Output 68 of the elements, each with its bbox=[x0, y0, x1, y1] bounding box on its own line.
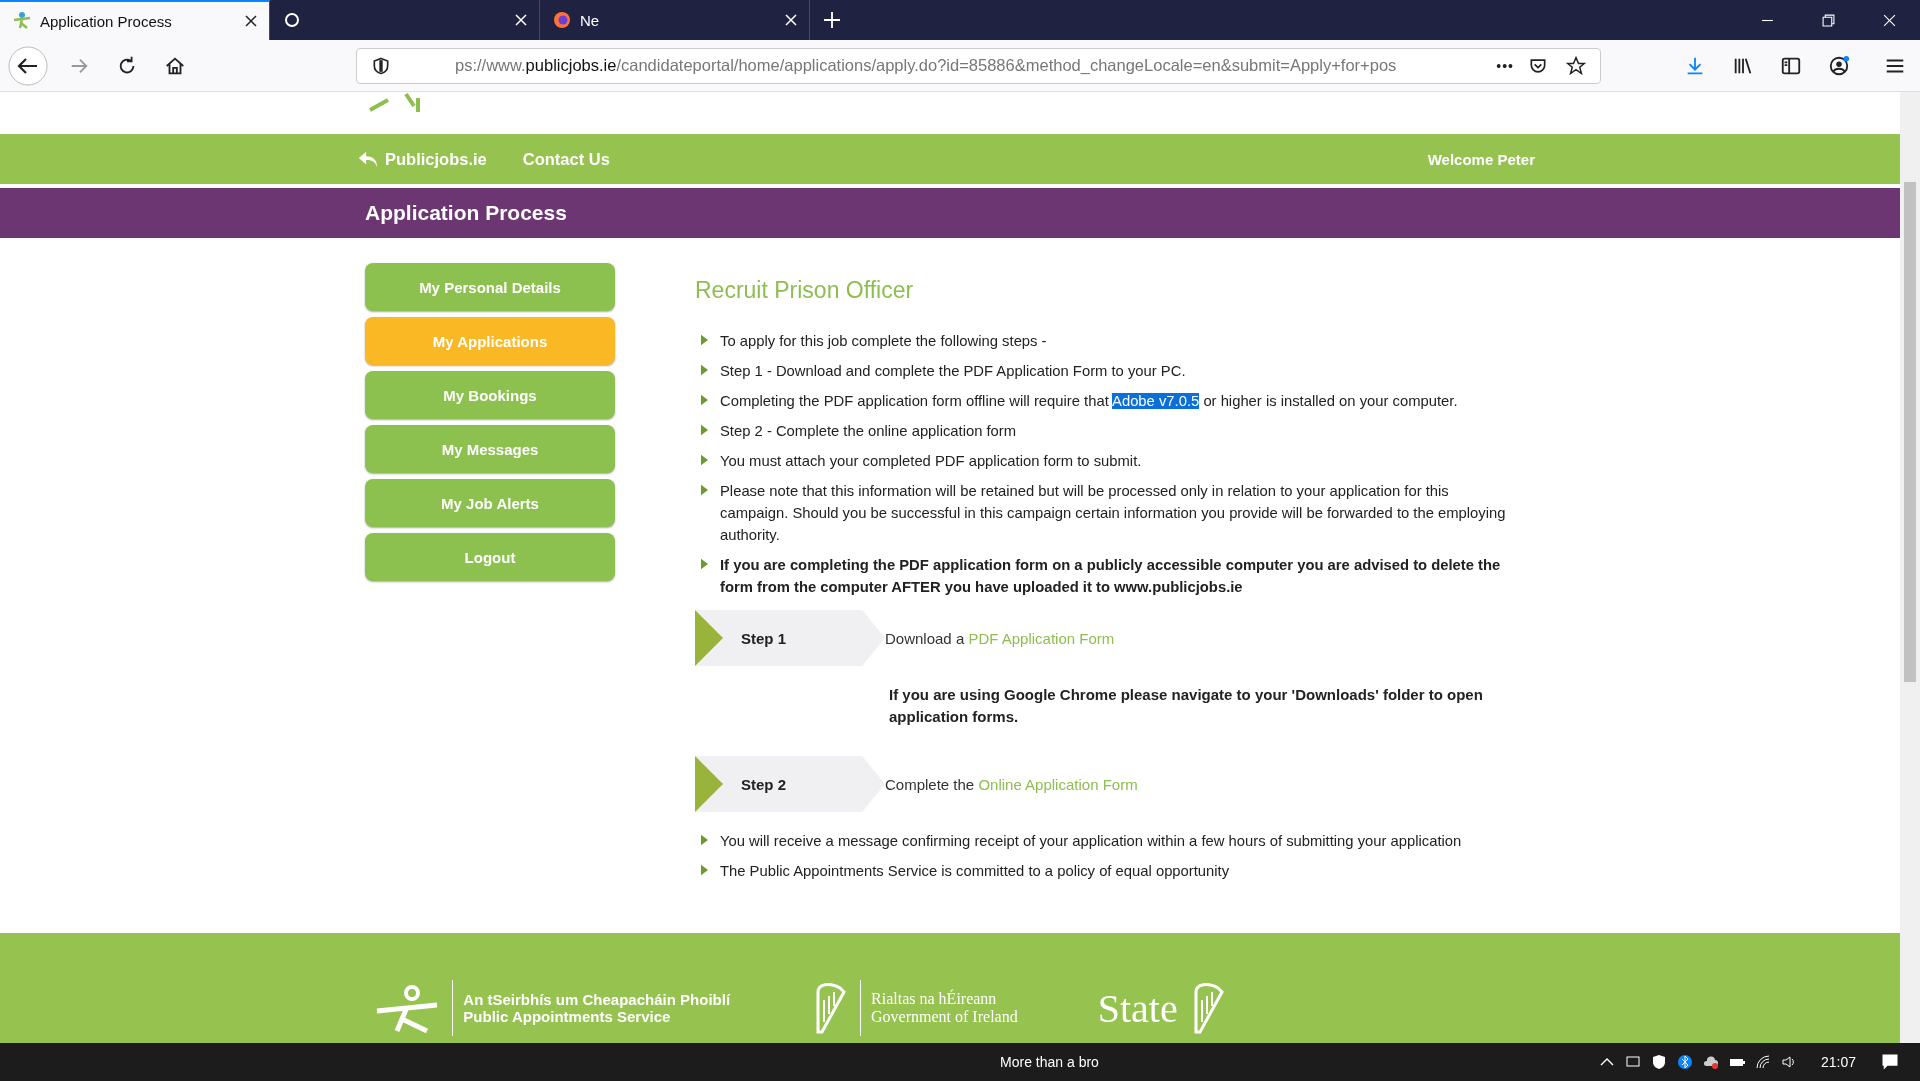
welcome-text: Welcome Peter bbox=[1427, 150, 1535, 168]
sidebar-button[interactable]: My Bookings bbox=[365, 371, 615, 419]
fox-logo-icon bbox=[552, 10, 572, 30]
bullet-triangle-icon bbox=[701, 334, 708, 346]
bullet-triangle-icon bbox=[701, 394, 708, 406]
back-icon[interactable] bbox=[8, 45, 48, 86]
bullet-triangle-icon bbox=[701, 864, 708, 876]
sidebar-button[interactable]: My Job Alerts bbox=[365, 479, 615, 527]
form-link[interactable]: PDF Application Form bbox=[968, 629, 1115, 647]
sidebar-button[interactable]: Logout bbox=[365, 533, 615, 581]
bullet-triangle-icon bbox=[701, 364, 708, 376]
home-link[interactable]: Publicjobs.ie bbox=[357, 148, 487, 170]
scrollbar[interactable] bbox=[1900, 92, 1920, 1043]
step-triangle-icon bbox=[695, 756, 723, 812]
tab-title: Application Process bbox=[40, 12, 173, 30]
bullet-triangle-icon bbox=[701, 558, 708, 570]
browser-tab[interactable]: Application Process bbox=[0, 0, 270, 40]
bullet-text: If you are completing the PDF application form on a publicly accessible computer you are advised to delete the form from the computer AFTER you have uploaded it to www.publicjobs.ie bbox=[720, 556, 1502, 597]
monitor-icon[interactable] bbox=[1624, 1054, 1641, 1070]
restore-icon[interactable] bbox=[1822, 13, 1835, 27]
wifi-icon[interactable] bbox=[1754, 1054, 1771, 1070]
state-logo-text: State bbox=[1097, 984, 1178, 1032]
clock-time: 21:07 bbox=[1820, 1054, 1856, 1070]
step-text: Complete the bbox=[885, 775, 976, 793]
bullet-text: Step 1 - Download and complete the PDF Application Form to your PC. bbox=[720, 362, 1186, 381]
taskbar-item[interactable]: More than a bro bbox=[1000, 1054, 1099, 1070]
shield-icon[interactable] bbox=[1650, 1054, 1667, 1070]
bluetooth-icon[interactable] bbox=[1676, 1054, 1693, 1070]
step-label: Step 1 bbox=[741, 629, 786, 647]
more-actions-icon[interactable]: ••• bbox=[1496, 57, 1514, 74]
bullet-triangle-icon bbox=[701, 454, 708, 466]
step-note: If you are using Google Chrome please navigate to your 'Downloads' folder to open application forms. bbox=[889, 685, 1484, 727]
bullet-text: You must attach your completed PDF application form to submit. bbox=[720, 452, 1142, 471]
bullet-triangle-icon bbox=[701, 834, 708, 846]
bullet-text: Step 2 - Complete the online application form bbox=[720, 422, 1017, 441]
star-icon[interactable] bbox=[1566, 55, 1586, 76]
sidebar-button[interactable]: My Personal Details bbox=[365, 263, 615, 311]
bullet-triangle-icon bbox=[701, 424, 708, 436]
sidebar-button[interactable]: My Messages bbox=[365, 425, 615, 473]
government-name-irish: Rialtas na hÉireann bbox=[871, 990, 998, 1008]
form-link[interactable]: Online Application Form bbox=[978, 775, 1138, 793]
bullet-text: Completing the PDF application form offline will require that Adobe v7.0.5 or higher is installed on your computer. bbox=[720, 392, 1458, 411]
cloud-icon[interactable] bbox=[1702, 1054, 1719, 1070]
bullet-triangle-icon bbox=[701, 484, 708, 496]
bullet-text: Please note that this information will be retained but will be processed only in relation to your application for this campaign. Should you be successful in this campaign certain information you provide will be forwarded to the employing authority. bbox=[720, 482, 1507, 545]
bullet-text: To apply for this job complete the following steps - bbox=[720, 332, 1047, 351]
address-bar[interactable]: ps://www.publicjobs.ie/candidateportal/home/applications/apply.do?id=85886&method_changeLocale=en&submit=Apply+for+pos ••• bbox=[356, 47, 1601, 84]
contact-link[interactable]: Contact Us bbox=[522, 149, 610, 169]
bullet-text: You will receive a message confirming receipt of your application within a few hours of submitting your application bbox=[720, 832, 1462, 851]
new-tab-icon[interactable] bbox=[824, 12, 840, 28]
shield-icon bbox=[371, 55, 391, 76]
step-triangle-icon bbox=[695, 610, 723, 666]
banner-title: Application Process bbox=[365, 201, 567, 225]
step-label: Step 2 bbox=[741, 775, 786, 793]
government-name: Government of Ireland bbox=[871, 1008, 1018, 1026]
account-icon[interactable] bbox=[1828, 54, 1850, 77]
sidebar-button[interactable]: My Applications bbox=[365, 317, 615, 365]
job-title: Recruit Prison Officer bbox=[695, 277, 915, 304]
person-logo-icon bbox=[12, 11, 32, 31]
url-text: ps://www.publicjobs.ie/candidateportal/home/applications/apply.do?id=85886&method_changeLocale=en&submit=Apply+for+pos bbox=[454, 56, 1398, 75]
agency-name: Public Appointments Service bbox=[463, 1008, 672, 1025]
tab-title: Ne bbox=[580, 11, 601, 29]
speaker-icon[interactable] bbox=[1780, 1054, 1797, 1070]
notification-icon[interactable] bbox=[1880, 1052, 1900, 1072]
agency-name-irish: An tSeirbhís um Cheapacháin Phoiblí bbox=[463, 991, 731, 1008]
bullet-text: The Public Appointments Service is committed to a policy of equal opportunity bbox=[720, 862, 1230, 881]
close-icon[interactable] bbox=[245, 15, 257, 27]
step-text: Download a bbox=[885, 629, 966, 647]
